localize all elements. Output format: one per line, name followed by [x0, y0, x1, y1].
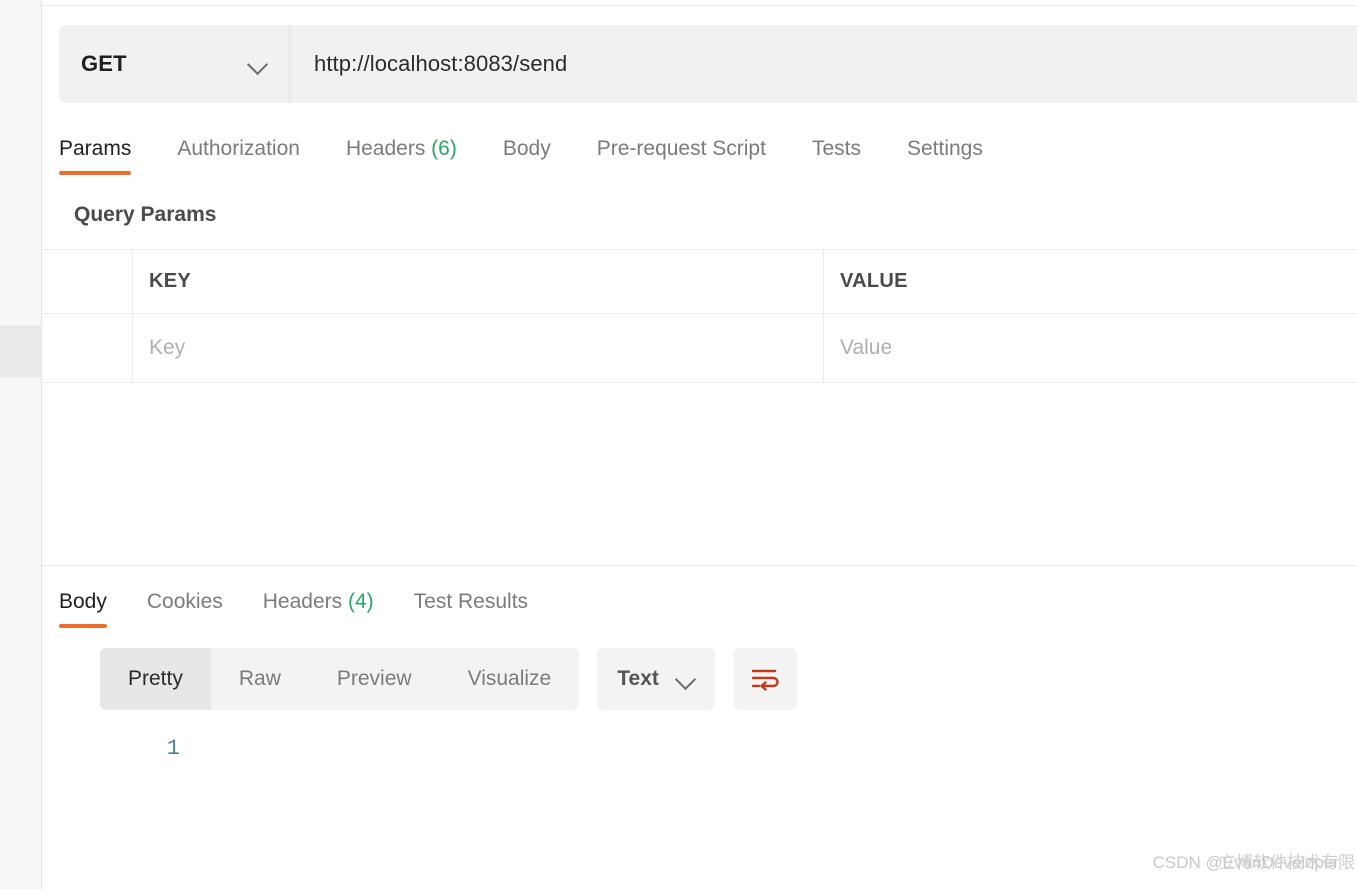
tab-headers-label: Headers: [345, 137, 426, 160]
response-tab-headers[interactable]: Headers (4): [263, 578, 374, 614]
request-tabs: Params Authorization Headers (6) Body Pr…: [59, 125, 1357, 185]
left-rail-strip: [0, 0, 42, 889]
view-mode-visualize[interactable]: Visualize: [440, 648, 580, 710]
response-format-label: Text: [617, 667, 659, 690]
response-tab-test-results-label: Test Results: [413, 590, 529, 613]
tab-headers[interactable]: Headers (6): [346, 125, 457, 161]
url-bar: GET http://localhost:8083/send: [59, 25, 1357, 103]
view-mode-preview-label: Preview: [336, 667, 412, 690]
response-tab-body-label: Body: [59, 590, 107, 613]
view-mode-visualize-label: Visualize: [467, 667, 552, 690]
tab-pre-request-script-label: Pre-request Script: [596, 137, 766, 160]
view-mode-raw[interactable]: Raw: [211, 648, 309, 710]
response-tab-cookies-label: Cookies: [146, 590, 223, 613]
tab-body-label: Body: [502, 137, 551, 160]
response-tabs: Body Cookies Headers (4) Test Results: [59, 578, 568, 628]
view-mode-raw-label: Raw: [238, 667, 281, 690]
request-response-divider[interactable]: [42, 565, 1357, 566]
http-method-label: GET: [81, 51, 127, 76]
view-mode-preview[interactable]: Preview: [309, 648, 440, 710]
response-tab-test-results[interactable]: Test Results: [414, 578, 528, 614]
top-divider: [42, 5, 1357, 6]
response-tab-body[interactable]: Body: [59, 578, 107, 628]
tab-tests[interactable]: Tests: [812, 125, 861, 161]
tab-headers-count: (6): [431, 137, 457, 160]
chevron-down-icon: [677, 670, 695, 688]
table-header-row: KEY VALUE: [42, 249, 1357, 314]
view-mode-pretty[interactable]: Pretty: [100, 648, 211, 710]
http-method-dropdown[interactable]: GET: [59, 25, 290, 103]
row-key-placeholder: Key: [149, 336, 186, 359]
tab-settings-label: Settings: [906, 137, 983, 160]
tab-params[interactable]: Params: [59, 125, 132, 175]
tab-authorization[interactable]: Authorization: [177, 125, 300, 161]
row-key-cell[interactable]: Key: [133, 314, 824, 382]
word-wrap-button[interactable]: [733, 648, 797, 710]
header-cell-key: KEY: [133, 250, 824, 313]
url-text: http://localhost:8083/send: [314, 51, 568, 76]
tab-pre-request-script[interactable]: Pre-request Script: [597, 125, 766, 161]
view-mode-group: Pretty Raw Preview Visualize: [100, 648, 580, 710]
header-cell-value: VALUE: [824, 250, 1357, 313]
response-format-dropdown[interactable]: Text: [597, 648, 715, 710]
response-tab-cookies[interactable]: Cookies: [147, 578, 223, 614]
tab-settings[interactable]: Settings: [907, 125, 983, 161]
header-value-label: VALUE: [840, 270, 908, 292]
chevron-down-icon: [249, 55, 267, 73]
url-input[interactable]: http://localhost:8083/send: [290, 25, 1357, 103]
response-body-editor[interactable]: 1: [100, 726, 1357, 889]
response-tab-headers-count: (4): [347, 590, 374, 613]
response-tab-headers-label: Headers: [262, 590, 343, 613]
tab-params-label: Params: [59, 137, 132, 160]
tab-body[interactable]: Body: [503, 125, 551, 161]
tab-tests-label: Tests: [811, 137, 861, 160]
row-value-cell[interactable]: Value: [824, 314, 1357, 382]
row-checkbox-cell[interactable]: [42, 314, 133, 382]
response-toolbar: Pretty Raw Preview Visualize Text: [100, 648, 797, 710]
header-cell-checkbox: [42, 250, 133, 313]
tab-authorization-label: Authorization: [177, 137, 300, 160]
line-number: 1: [166, 736, 180, 761]
request-response-panel: GET http://localhost:8083/send Params Au…: [42, 0, 1357, 889]
word-wrap-icon: [752, 669, 780, 691]
table-row: Key Value: [42, 314, 1357, 383]
header-key-label: KEY: [149, 270, 192, 292]
row-value-placeholder: Value: [840, 336, 893, 359]
query-params-table: KEY VALUE Key Value: [42, 249, 1357, 383]
left-rail-scroll-thumb[interactable]: [0, 325, 42, 377]
view-mode-pretty-label: Pretty: [128, 667, 183, 690]
query-params-title: Query Params: [74, 203, 217, 226]
